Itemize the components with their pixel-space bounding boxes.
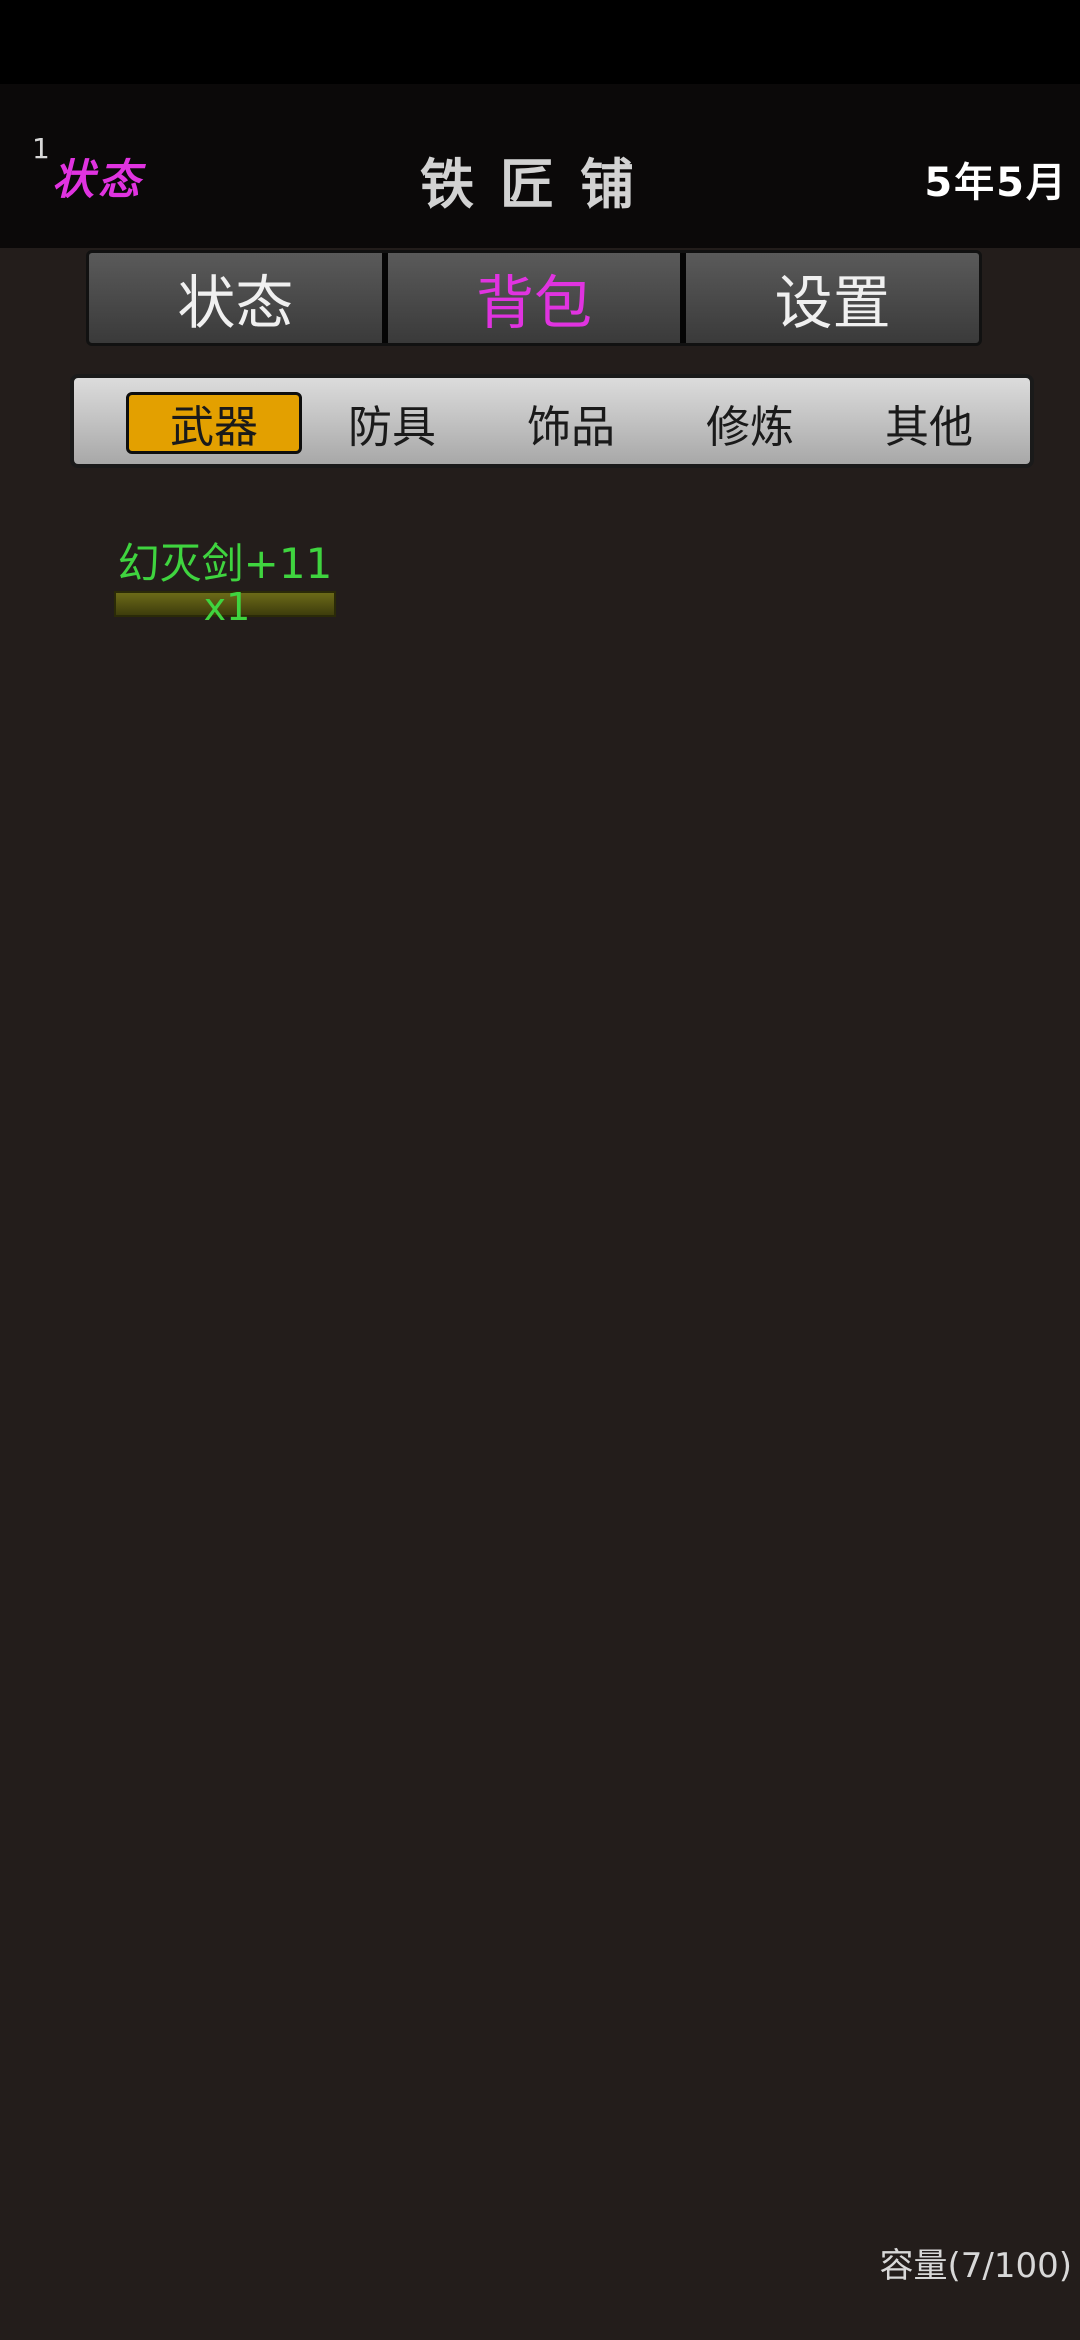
tab-status[interactable]: 状态 [89,253,388,343]
category-tab-other[interactable]: 其他 [841,392,1017,454]
item-name: 幻灭剑+11 [117,539,333,588]
game-date: 5年5月 [924,160,1068,206]
page-title: 铁匠铺 [420,152,660,216]
system-status-bar [0,0,1080,84]
tab-settings[interactable]: 设置 [686,253,979,343]
inventory-item[interactable]: 幻灭剑+11 x1 [114,530,336,629]
item-quantity: x1 [203,585,251,629]
category-tab-armor[interactable]: 防具 [304,392,480,454]
category-tab-bar: 武器 防具 饰品 修炼 其他 [70,374,1034,468]
inventory-capacity: 容量(7/100) [879,2246,1072,2286]
main-tab-bar: 状态 背包 设置 [86,250,982,346]
category-tab-cultivation[interactable]: 修炼 [662,392,838,454]
item-quantity-bar: x1 [114,585,336,629]
category-tab-accessories[interactable]: 饰品 [483,392,659,454]
category-tab-weapons[interactable]: 武器 [126,392,302,454]
tab-backpack[interactable]: 背包 [388,253,687,343]
